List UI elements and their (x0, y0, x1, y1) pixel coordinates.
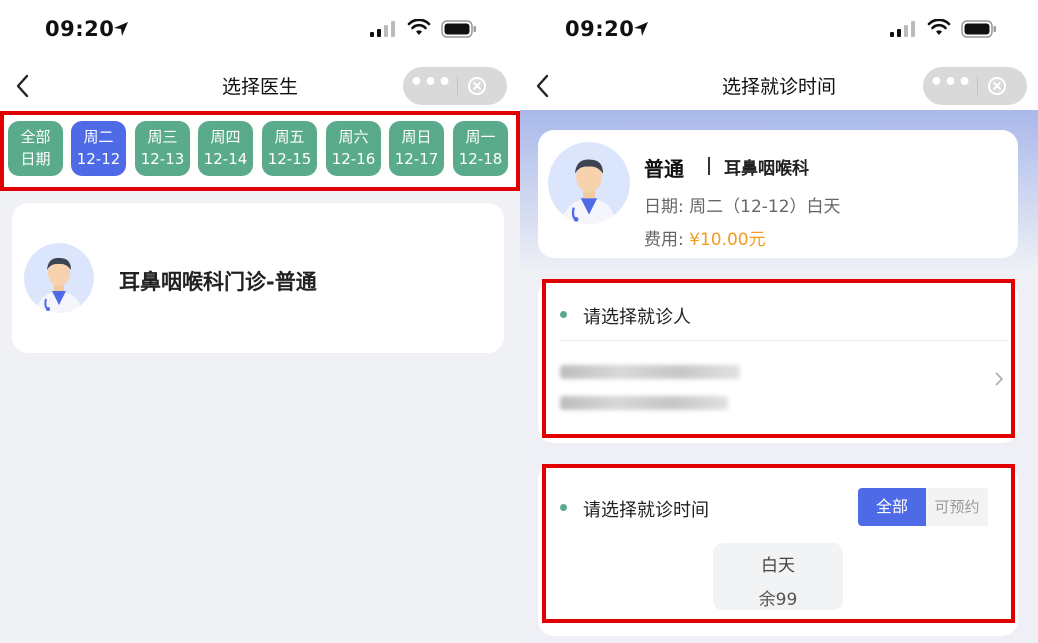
doctor-department: 耳鼻咽喉科 (724, 159, 809, 179)
capsule-divider (977, 77, 978, 95)
date-pill[interactable]: 周三 12-13 (135, 121, 190, 176)
patient-name-redacted (560, 365, 740, 379)
cellular-signal-icon (890, 21, 915, 37)
date-weekday: 周六 (338, 128, 369, 146)
date-day: 12-12 (76, 150, 121, 168)
fee-label: 费用: (644, 230, 684, 250)
patient-id-redacted (560, 396, 728, 410)
date-weekday: 周三 (147, 128, 178, 146)
wifi-icon (407, 19, 431, 35)
date-weekday: 周日 (401, 128, 432, 146)
date-pill[interactable]: 周一 12-18 (453, 121, 508, 176)
date-row: 日期: 周二（12-12）白天 (644, 192, 841, 217)
date-pill[interactable]: 周五 12-15 (262, 121, 317, 176)
date-day: 12-16 (331, 150, 376, 168)
slot-period: 白天 (761, 556, 795, 576)
time-section-title: 请选择就诊时间 (583, 500, 709, 521)
time-slot-daytime[interactable]: 白天 余99 (713, 543, 843, 610)
right-screen: 09:20 选择就诊时间 ••• 普通 耳鼻咽喉科 日期: 周二（12-12）白… (520, 0, 1038, 643)
status-bar: 09:20 (520, 17, 1038, 45)
date-pill-all[interactable]: 全部 日期 (8, 121, 63, 176)
chevron-right-icon (995, 372, 1004, 386)
date-weekday: 周二 (83, 128, 114, 146)
status-time: 09:20 (45, 17, 115, 41)
close-mini-program-icon[interactable] (467, 76, 487, 96)
title-separator (708, 157, 710, 175)
date-pill[interactable]: 周六 12-16 (326, 121, 381, 176)
doctor-avatar-icon (548, 142, 630, 224)
date-weekday: 全部 (20, 128, 51, 146)
fee-value: ¥10.00元 (689, 230, 766, 250)
wifi-icon (927, 19, 951, 35)
mini-program-capsule: ••• (403, 67, 507, 105)
date-pill[interactable]: 周四 12-14 (198, 121, 253, 176)
doctor-avatar (548, 142, 630, 224)
doctor-info-card: 普通 耳鼻咽喉科 日期: 周二（12-12）白天 费用: ¥10.00元 (538, 130, 1018, 258)
more-options-button[interactable]: ••• (403, 67, 458, 105)
mini-program-capsule: ••• (923, 67, 1027, 105)
filter-tab-available[interactable]: 可预约 (926, 488, 988, 526)
date-weekday: 周一 (465, 128, 496, 146)
filter-tab-all[interactable]: 全部 (858, 488, 926, 526)
patient-selector[interactable] (538, 341, 1018, 431)
date-weekday: 周五 (274, 128, 305, 146)
navigation-bar: 选择就诊时间 ••• (520, 62, 1038, 108)
doctor-avatar (24, 243, 94, 313)
date-day: 12-18 (458, 150, 503, 168)
close-mini-program-icon[interactable] (987, 76, 1007, 96)
battery-icon (441, 20, 476, 38)
section-bullet (560, 311, 567, 318)
department-card[interactable]: 耳鼻咽喉科门诊-普通 (12, 203, 504, 353)
date-day: 12-13 (140, 150, 185, 168)
left-screen: 09:20 选择医生 ••• 全部 日期 周二 12-12 周三 12-13 周… (0, 0, 520, 643)
date-label: 日期: (644, 197, 684, 217)
location-arrow-icon (634, 22, 648, 36)
date-value: 周二（12-12）白天 (689, 197, 841, 217)
patient-section-title: 请选择就诊人 (583, 307, 691, 328)
date-weekday: 周四 (210, 128, 241, 146)
date-day: 日期 (20, 150, 51, 168)
date-day: 12-14 (203, 150, 248, 168)
capsule-divider (457, 77, 458, 95)
slot-remaining: 余99 (758, 590, 798, 610)
date-selector: 全部日期 周二 12-12 周三 12-13 周四 12-14 周五 12-15 周六 1… (0, 110, 520, 190)
status-time: 09:20 (565, 17, 635, 41)
battery-icon (961, 20, 996, 38)
date-day: 12-17 (394, 150, 439, 168)
location-arrow-icon (114, 22, 128, 36)
fee-row: 费用: ¥10.00元 (644, 225, 766, 250)
department-name: 耳鼻咽喉科门诊-普通 (119, 270, 317, 294)
date-day: 12-15 (267, 150, 312, 168)
section-bullet (560, 504, 567, 511)
navigation-bar: 选择医生 ••• (0, 62, 520, 108)
status-bar: 09:20 (0, 17, 520, 45)
time-section: 请选择就诊时间 全部 可预约 白天 余99 (538, 464, 1018, 636)
date-pill-selected[interactable]: 周二 12-12 (71, 121, 126, 176)
doctor-title: 普通 (644, 157, 684, 181)
date-pill[interactable]: 周日 12-17 (389, 121, 444, 176)
doctor-avatar-icon (24, 243, 94, 313)
cellular-signal-icon (370, 21, 395, 37)
patient-section: 请选择就诊人 (538, 280, 1018, 443)
more-options-button[interactable]: ••• (923, 67, 978, 105)
